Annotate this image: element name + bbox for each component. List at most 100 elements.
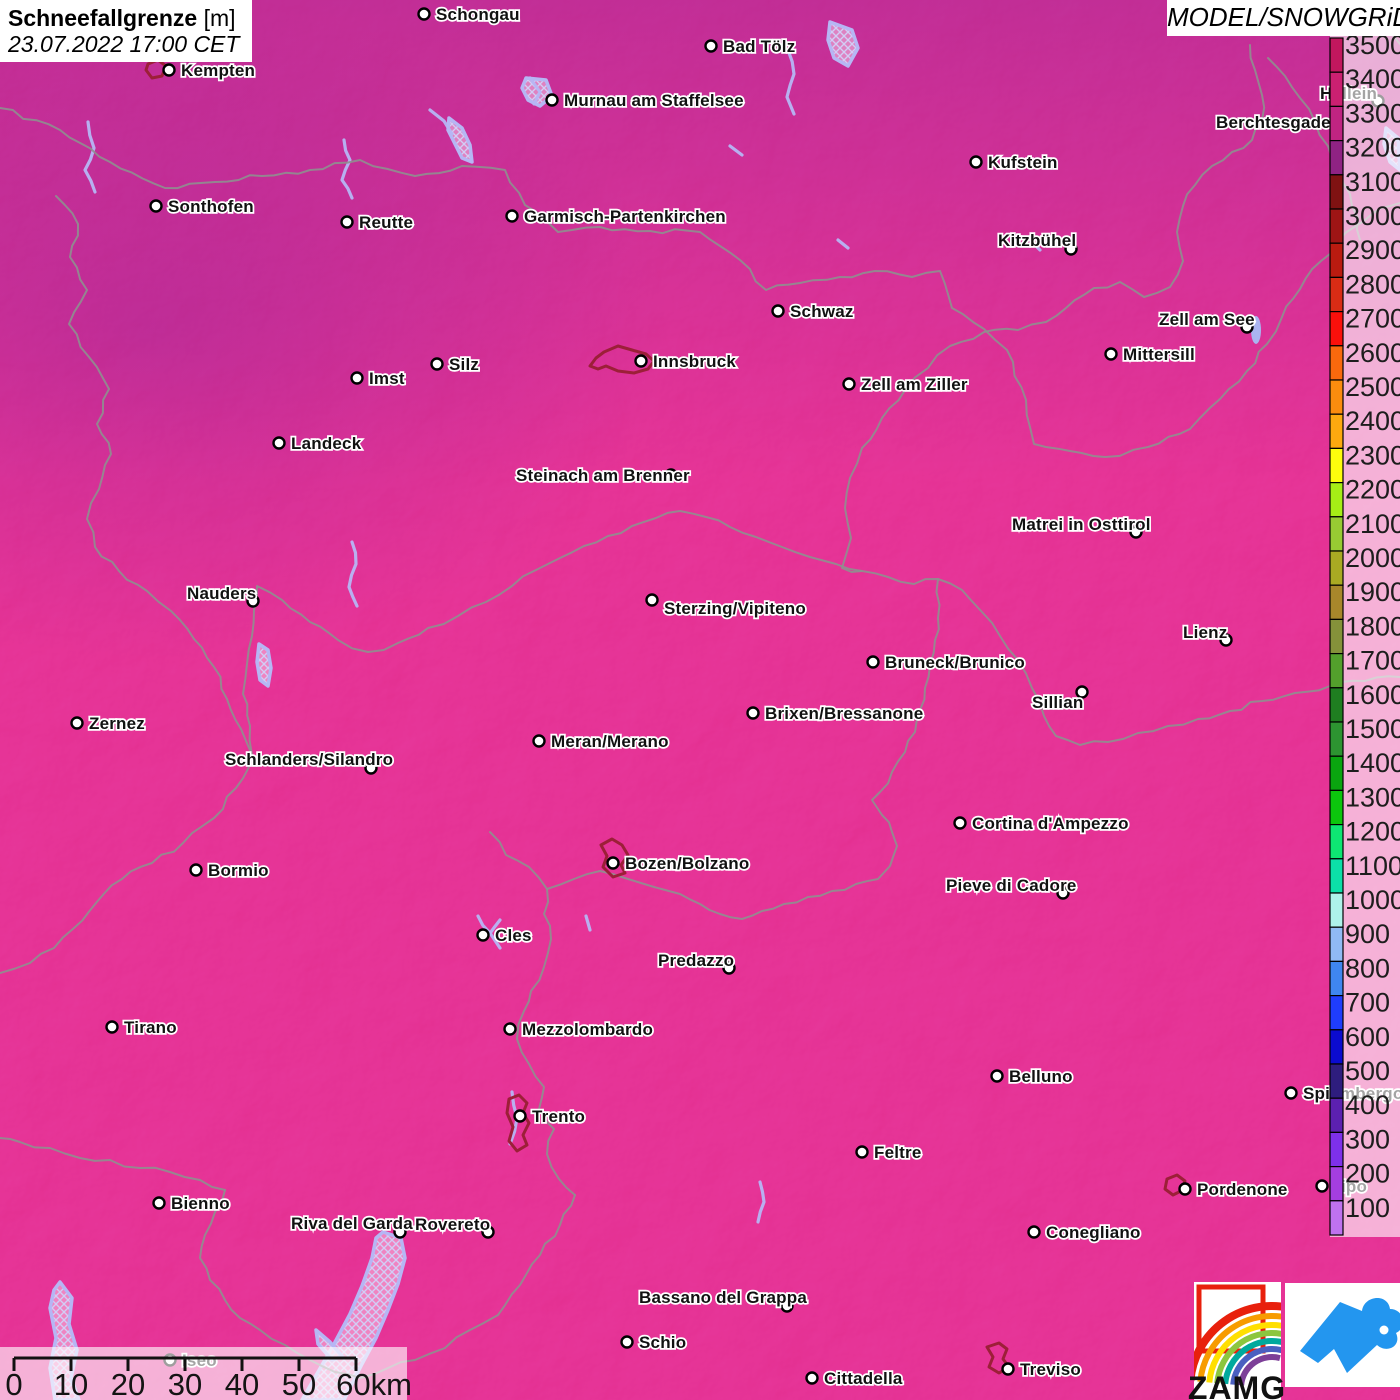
colorbar-tick-label: 2400: [1345, 406, 1400, 436]
city-label: Bad Tölz: [723, 37, 795, 56]
lake: [255, 642, 273, 688]
city-label: Schwaz: [790, 302, 854, 321]
colorbar-tick-label: 1200: [1345, 817, 1400, 847]
city-dot: [430, 357, 444, 371]
city-dot: [746, 706, 760, 720]
city-dot: [1284, 1086, 1298, 1100]
colorbar-tick-label: 3400: [1345, 64, 1400, 94]
city-marker: Conegliano: [1027, 1221, 1142, 1244]
colorbar-tick-label: 3000: [1345, 201, 1400, 231]
city-marker: Sterzing/Vipiteno: [645, 593, 807, 620]
colorbar-cell: [1329, 1097, 1344, 1133]
city-dot: [1178, 1182, 1192, 1196]
city-dot: [953, 816, 967, 830]
city-label: Belluno: [1009, 1067, 1073, 1086]
city-label: Schongau: [436, 5, 520, 24]
city-marker: Cortina d'Ampezzo: [953, 812, 1130, 835]
city-label: Zell am See: [1159, 310, 1255, 329]
colorbar-tick-label: 3100: [1345, 167, 1400, 197]
city-label: Mezzolombardo: [522, 1020, 653, 1039]
city-label: Reutte: [359, 213, 413, 232]
city-label: Bruneck/Brunico: [885, 653, 1025, 672]
city-dot: [805, 1371, 819, 1385]
city-dot: [105, 1020, 119, 1034]
city-dot: [417, 7, 431, 21]
colorbar-cell: [1329, 892, 1344, 928]
colorbar-tick-label: 1300: [1345, 782, 1400, 812]
city-dot: [634, 354, 648, 368]
city-dot: [704, 39, 718, 53]
colorbar-tick-label: 400: [1345, 1090, 1390, 1120]
map-canvas: Schongau Bad Tölz Kempten Murnau am Staffel…: [0, 0, 1400, 1400]
colorbar-tick-label: 2200: [1345, 475, 1400, 505]
colorbar-cell: [1329, 447, 1344, 484]
colorbar-tick-label: 1600: [1345, 680, 1400, 710]
colorbar-cell: [1329, 687, 1344, 723]
city-label: Meran/Merano: [551, 732, 669, 751]
city-marker: Mezzolombardo: [503, 1018, 655, 1041]
city-label: Cittadella: [824, 1369, 903, 1388]
city-label: Kitzbühel: [998, 231, 1076, 250]
city-label: Berchtesgaden: [1216, 113, 1341, 132]
colorbar-tick-label: 1100: [1345, 851, 1400, 881]
colorbar-cell: [1329, 1063, 1344, 1099]
scalebar-label: 40: [225, 1367, 259, 1400]
city-label: Tirano: [124, 1018, 177, 1037]
city-label: Lienz: [1183, 623, 1227, 642]
colorbar-cell: [1329, 140, 1344, 176]
city-dot: [272, 436, 286, 450]
colorbar-cell: [1329, 174, 1344, 210]
colorbar-cell: [1329, 858, 1344, 894]
city-dot: [340, 215, 354, 229]
page-title: Schneefallgrenze [m]: [8, 5, 236, 31]
city-label: Kufstein: [988, 153, 1058, 172]
title-box: Schneefallgrenze [m] 23.07.2022 17:00 CE…: [0, 0, 252, 62]
city-marker: Zell am Ziller: [842, 373, 969, 396]
colorbar-cell: [1329, 755, 1344, 792]
colorbar-tick-label: 1000: [1345, 885, 1400, 915]
colorbar-tick-label: 2700: [1345, 304, 1400, 334]
city-label: Cortina d'Ampezzo: [972, 814, 1129, 833]
title-datetime: 23.07.2022 17:00 CET: [8, 31, 240, 57]
city-label: Sonthofen: [168, 197, 254, 216]
colorbar-tick-label: 500: [1345, 1056, 1390, 1086]
city-label: Trento: [532, 1107, 585, 1126]
city-label: Zernez: [89, 714, 145, 733]
cloud-curl: [1379, 1325, 1389, 1335]
city-dot: [606, 856, 620, 870]
city-label: Murnau am Staffelsee: [564, 91, 744, 110]
colorbar-tick-label: 800: [1345, 953, 1390, 983]
city-dot: [505, 209, 519, 223]
colorbar-tick-label: 1700: [1345, 646, 1400, 676]
city-dot: [350, 371, 364, 385]
partner-logo: [1285, 1283, 1400, 1387]
city-dot: [476, 928, 490, 942]
colorbar-cell: [1329, 413, 1344, 450]
colorbar-tick-label: 1400: [1345, 748, 1400, 778]
city-label: Steinach am Brenner: [516, 466, 690, 485]
colorbar-tick-label: 200: [1345, 1159, 1390, 1189]
city-dot: [771, 304, 785, 318]
city-marker: Garmisch-Partenkirchen: [505, 205, 727, 228]
colorbar-cell: [1329, 311, 1344, 347]
colorbar-cell: [1329, 71, 1344, 107]
colorbar-cell: [1329, 618, 1344, 655]
colorbar-cell: [1329, 1131, 1344, 1168]
colorbar-cell: [1329, 1029, 1344, 1065]
city-marker: Steinach am Brenner: [514, 464, 691, 486]
city-label: Sterzing/Vipiteno: [664, 599, 806, 618]
city-marker: Bruneck/Brunico: [866, 651, 1026, 674]
city-dot: [1027, 1225, 1041, 1239]
colorbar-cell: [1329, 208, 1344, 244]
city-label: Kempten: [181, 61, 255, 80]
zamg-logo-text: ZAMG: [1188, 1370, 1286, 1400]
city-label: Silz: [449, 355, 479, 374]
city-dot: [990, 1069, 1004, 1083]
city-label: Mittersill: [1123, 345, 1195, 364]
city-label: Pieve di Cadore: [946, 876, 1077, 895]
city-marker: Brixen/Bressanone: [746, 702, 925, 725]
colorbar-cell: [1329, 37, 1344, 73]
city-dot: [70, 716, 84, 730]
colorbar-cell: [1329, 550, 1344, 586]
city-marker: Murnau am Staffelsee: [545, 89, 745, 112]
